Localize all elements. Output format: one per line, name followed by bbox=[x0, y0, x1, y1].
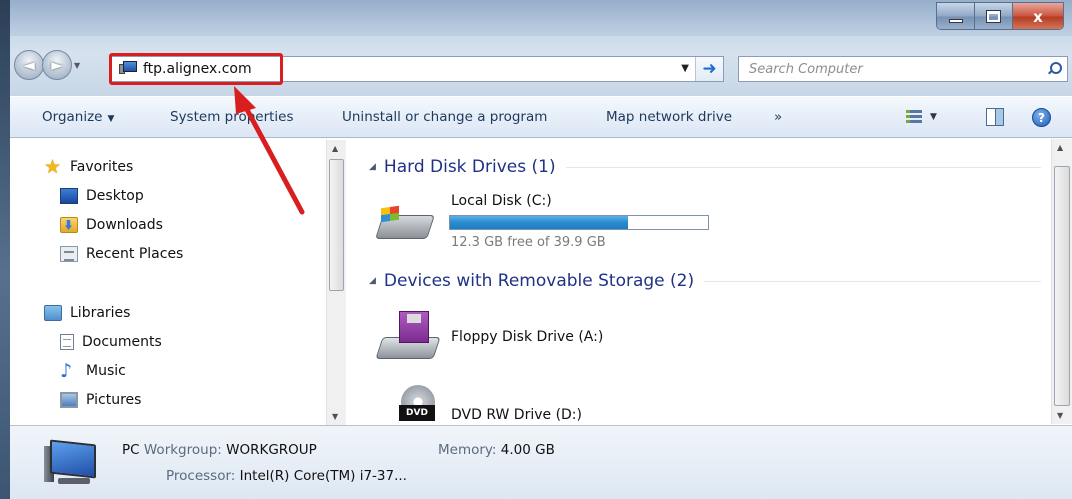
minimize-button[interactable] bbox=[937, 3, 975, 29]
view-dropdown-icon[interactable]: ▼ bbox=[930, 112, 937, 122]
workgroup-value: WORKGROUP bbox=[226, 442, 317, 458]
collapse-icon: ◢ bbox=[369, 276, 376, 286]
view-options-icon[interactable] bbox=[906, 108, 922, 126]
sidebar-item-label: Desktop bbox=[86, 188, 144, 204]
desktop-edge bbox=[0, 0, 10, 499]
sidebar-item-label: Favorites bbox=[70, 159, 134, 175]
nav-buttons: ◄ ► ▼ bbox=[14, 50, 80, 80]
disk-usage-bar bbox=[449, 215, 709, 230]
organize-menu[interactable]: Organize ▼ bbox=[42, 109, 114, 125]
sidebar-item-downloads[interactable]: Downloads bbox=[60, 217, 163, 233]
group-removable-storage[interactable]: ◢ Devices with Removable Storage (2) bbox=[369, 271, 1041, 291]
libraries-icon bbox=[44, 305, 62, 321]
star-icon: ★ bbox=[44, 156, 62, 178]
computer-name: PC bbox=[122, 442, 140, 458]
collapse-icon: ◢ bbox=[369, 162, 376, 172]
uninstall-program-button[interactable]: Uninstall or change a program bbox=[342, 109, 547, 125]
minimize-icon bbox=[948, 18, 963, 23]
sidebar-item-label: Documents bbox=[82, 334, 162, 350]
recent-places-icon bbox=[60, 246, 78, 262]
details-pane: PC Workgroup: WORKGROUP Memory: 4.00 GB … bbox=[10, 425, 1072, 499]
memory-key: Memory: bbox=[438, 442, 497, 458]
details-processor: Processor: Intel(R) Core(TM) i7-37... bbox=[166, 468, 407, 484]
explorer-window: x ◄ ► ▼ ftp.alignex.com ▼ ➜ Search Compu… bbox=[0, 0, 1072, 499]
sidebar-item-pictures[interactable]: Pictures bbox=[60, 392, 141, 408]
dvd-drive-name[interactable]: DVD RW Drive (D:) bbox=[451, 407, 582, 423]
address-bar[interactable]: ftp.alignex.com ▼ ➜ bbox=[109, 53, 724, 85]
music-icon: ♪ bbox=[60, 360, 73, 382]
group-hard-disk-drives[interactable]: ◢ Hard Disk Drives (1) bbox=[369, 157, 1041, 177]
maximize-button[interactable] bbox=[975, 3, 1013, 29]
dvd-label: DVD bbox=[399, 405, 435, 421]
hdd-icon bbox=[375, 205, 435, 243]
scroll-down-icon[interactable]: ▼ bbox=[332, 412, 338, 421]
dvd-icon: DVD bbox=[389, 385, 449, 425]
group-heading: Devices with Removable Storage (2) bbox=[383, 271, 695, 291]
content-scrollbar[interactable]: ▲ ▼ bbox=[1051, 139, 1072, 424]
memory-value: 4.00 GB bbox=[500, 442, 555, 458]
more-commands-button[interactable]: » bbox=[774, 109, 782, 125]
system-properties-button[interactable]: System properties bbox=[170, 109, 294, 125]
sidebar-item-music[interactable]: ♪ Music bbox=[60, 360, 126, 382]
group-heading: Hard Disk Drives (1) bbox=[383, 157, 556, 177]
scrollbar-thumb[interactable] bbox=[329, 159, 344, 291]
close-button[interactable]: x bbox=[1013, 3, 1063, 29]
scrollbar-thumb[interactable] bbox=[1054, 166, 1070, 406]
address-dropdown[interactable]: ▼ bbox=[681, 63, 689, 74]
sidebar-item-libraries[interactable]: Libraries bbox=[44, 305, 130, 321]
preview-pane-button[interactable] bbox=[986, 108, 1004, 126]
scroll-down-icon[interactable]: ▼ bbox=[1057, 411, 1063, 420]
desktop-icon bbox=[60, 188, 78, 204]
disk-usage-fill bbox=[450, 216, 629, 229]
details-memory: Memory: 4.00 GB bbox=[438, 442, 555, 458]
organize-label: Organize bbox=[42, 109, 103, 125]
help-icon[interactable]: ? bbox=[1032, 108, 1051, 127]
sidebar-item-label: Pictures bbox=[86, 392, 142, 408]
navigation-pane: ★ Favorites Desktop Downloads Recent Plac… bbox=[10, 139, 346, 424]
floppy-drive-name[interactable]: Floppy Disk Drive (A:) bbox=[451, 329, 603, 345]
recent-pages-dropdown[interactable]: ▼ bbox=[74, 61, 80, 70]
documents-icon bbox=[60, 334, 74, 350]
processor-key: Processor: bbox=[166, 468, 236, 484]
disk-free-space: 12.3 GB free of 39.9 GB bbox=[451, 235, 606, 250]
computer-icon bbox=[44, 439, 108, 490]
computer-icon bbox=[119, 61, 137, 77]
sidebar-item-label: Music bbox=[86, 363, 126, 379]
search-box[interactable]: Search Computer bbox=[738, 56, 1068, 82]
search-icon[interactable] bbox=[1047, 62, 1062, 76]
content-pane: ◢ Hard Disk Drives (1) Local Disk (C:) 12… bbox=[347, 139, 1051, 424]
scroll-up-icon[interactable]: ▲ bbox=[332, 144, 338, 153]
map-network-drive-button[interactable]: Map network drive bbox=[606, 109, 732, 125]
maximize-icon bbox=[986, 10, 1001, 23]
sidebar-item-label: Libraries bbox=[70, 305, 131, 321]
sidebar-item-documents[interactable]: Documents bbox=[60, 334, 162, 350]
sidebar-item-desktop[interactable]: Desktop bbox=[60, 188, 144, 204]
forward-button[interactable]: ► bbox=[42, 50, 72, 80]
floppy-icon bbox=[375, 311, 441, 363]
pictures-icon bbox=[60, 392, 78, 408]
navigation-scrollbar[interactable]: ▲ ▼ bbox=[326, 140, 346, 425]
workgroup-key: Workgroup: bbox=[143, 442, 222, 458]
search-input[interactable]: Search Computer bbox=[749, 62, 863, 77]
sidebar-item-label: Downloads bbox=[86, 217, 163, 233]
back-button[interactable]: ◄ bbox=[14, 50, 44, 80]
downloads-icon bbox=[60, 217, 78, 233]
details-line-1: PC Workgroup: WORKGROUP bbox=[122, 442, 317, 458]
chevron-down-icon: ▼ bbox=[107, 114, 115, 124]
go-button[interactable]: ➜ bbox=[695, 57, 723, 81]
processor-value: Intel(R) Core(TM) i7-37... bbox=[239, 468, 407, 484]
local-disk-name[interactable]: Local Disk (C:) bbox=[451, 193, 552, 209]
caption-buttons: x bbox=[936, 2, 1064, 30]
sidebar-item-label: Recent Places bbox=[86, 246, 184, 262]
sidebar-item-recent-places[interactable]: Recent Places bbox=[60, 246, 183, 262]
sidebar-item-favorites[interactable]: ★ Favorites bbox=[44, 156, 134, 178]
scroll-up-icon[interactable]: ▲ bbox=[1057, 143, 1063, 152]
